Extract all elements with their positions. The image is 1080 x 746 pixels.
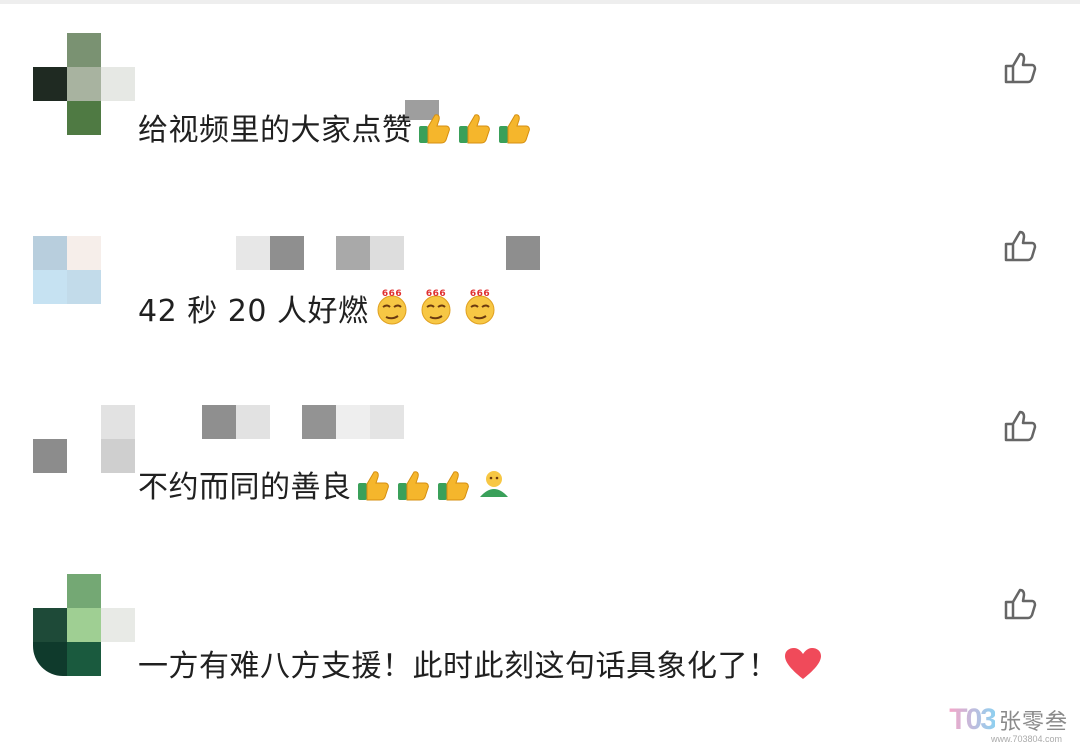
svg-text:666: 666 <box>382 289 402 299</box>
like-button[interactable] <box>1000 584 1040 624</box>
thumbs-up-outline-icon <box>1004 230 1037 262</box>
watermark-logo-text: T03 <box>949 703 997 736</box>
thumbs-up-outline-icon <box>1004 588 1037 620</box>
comment-text: 给视频里的大家点赞 <box>138 110 533 157</box>
thumbs-up-icon <box>436 467 472 514</box>
watermark-subtext: www.703804.com <box>990 734 1062 744</box>
comment-text: 一方有难八方支援！此时此刻这句话具象化了！ <box>138 646 823 693</box>
thumbs-up-icon <box>457 110 493 157</box>
666-smirk-icon: 666 <box>416 287 456 338</box>
emoji-group: 666 666 666 <box>368 289 500 329</box>
green-person-hug-icon <box>476 467 512 514</box>
thumbs-up-icon <box>497 110 533 157</box>
comment-body: 不约而同的善良 <box>138 470 352 505</box>
avatar[interactable] <box>33 574 135 676</box>
like-button[interactable] <box>1000 226 1040 266</box>
red-heart-icon <box>783 646 823 693</box>
thumbs-up-icon <box>356 467 392 514</box>
thumbs-up-outline-icon <box>1004 410 1037 442</box>
comment-text: 42 秒 20 人好燃 666 666 666 <box>138 287 500 338</box>
avatar[interactable] <box>33 33 135 135</box>
emoji-group <box>352 470 512 505</box>
emoji-group <box>413 113 533 148</box>
thumbs-up-icon <box>396 467 432 514</box>
like-button[interactable] <box>1000 48 1040 88</box>
thumbs-up-icon <box>417 110 453 157</box>
username-blurred[interactable] <box>202 405 404 439</box>
top-divider <box>0 0 1080 4</box>
thumbs-up-outline-icon <box>1004 52 1037 84</box>
666-smirk-icon: 666 <box>372 287 412 338</box>
666-smirk-icon: 666 <box>460 287 500 338</box>
comment-body: 给视频里的大家点赞 <box>138 113 413 148</box>
watermark-text: 张零叁 <box>998 710 1068 735</box>
comment-text: 不约而同的善良 <box>138 467 512 514</box>
watermark-logo: T03 <box>949 703 997 737</box>
comment-body: 一方有难八方支援！此时此刻这句话具象化了！ <box>138 649 779 684</box>
avatar[interactable] <box>33 405 135 507</box>
svg-text:666: 666 <box>470 289 490 299</box>
like-button[interactable] <box>1000 406 1040 446</box>
svg-text:666: 666 <box>426 289 446 299</box>
emoji-group <box>779 648 823 684</box>
username-blurred[interactable] <box>236 236 546 270</box>
comment-body: 42 秒 20 人好燃 <box>138 294 369 329</box>
avatar[interactable] <box>33 236 135 338</box>
